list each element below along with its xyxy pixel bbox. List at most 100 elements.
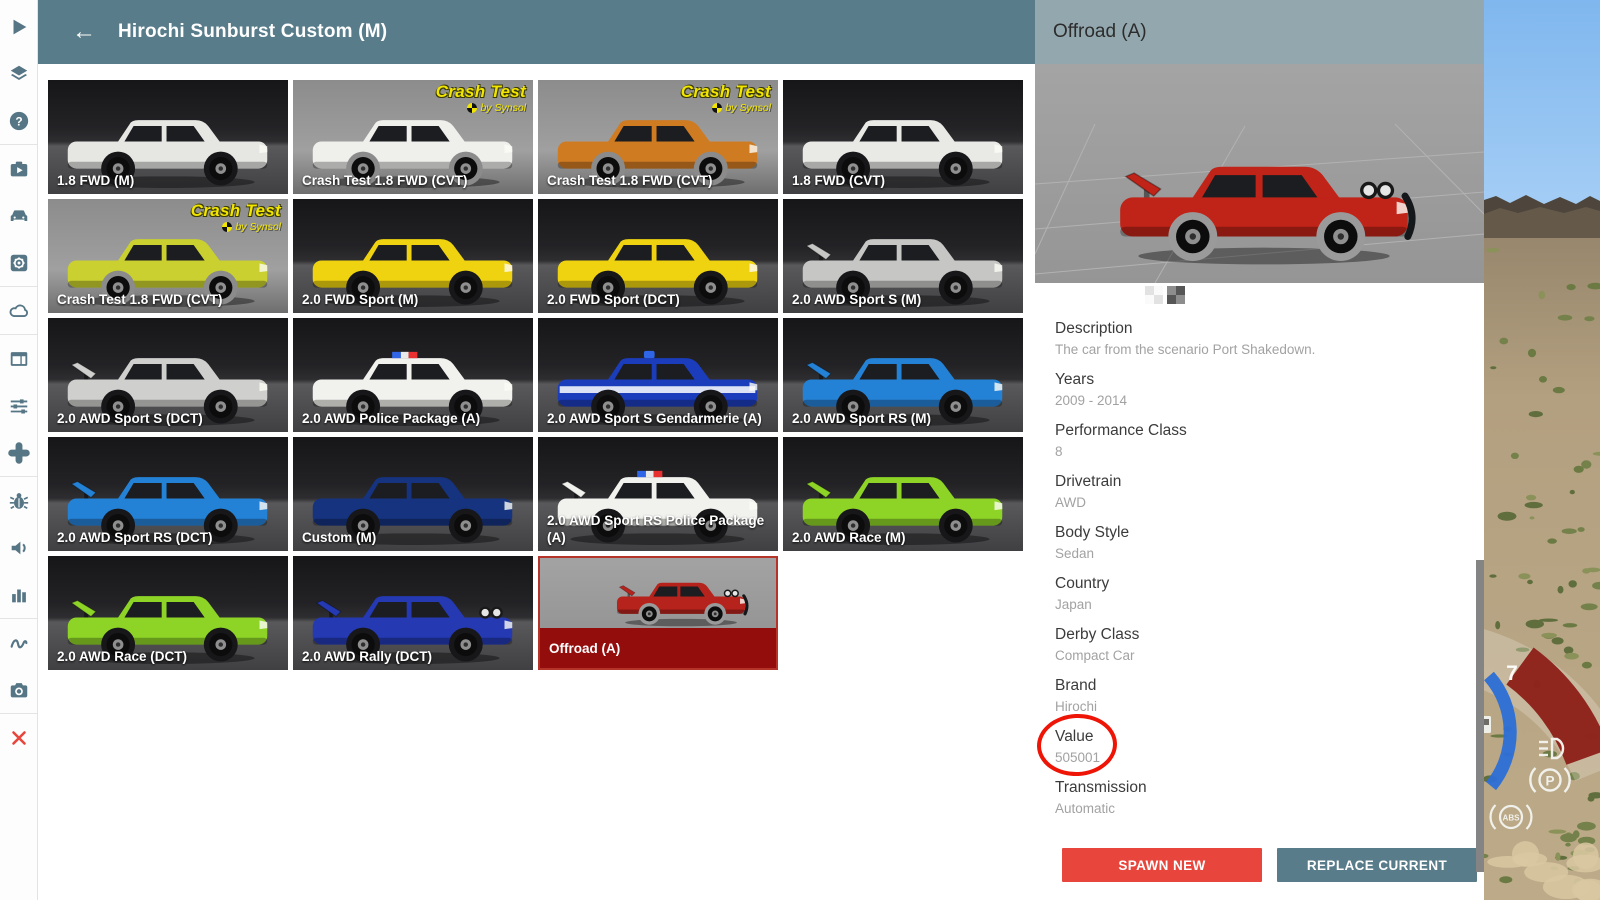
variant-label: Crash Test 1.8 FWD (CVT) [57, 292, 223, 307]
back-button[interactable]: ← [72, 20, 96, 44]
vehicle-variant-card[interactable]: 2.0 FWD Sport (M) [293, 199, 533, 313]
variant-grid: 1.8 FWD (M) Crash Test by Synsol Crash Test… [48, 80, 1028, 670]
vehicle-variant-card[interactable]: 2.0 AWD Rally (DCT) [293, 556, 533, 670]
sidebar-layers-button[interactable] [0, 50, 38, 97]
sidebar-path-squiggle-button[interactable] [0, 619, 38, 666]
sidebar-bug-button[interactable] [0, 477, 38, 524]
variant-label: 2.0 AWD Police Package (A) [302, 411, 481, 426]
variant-label: 2.0 AWD Sport S (M) [792, 292, 922, 307]
sidebar-help-button[interactable]: ? [0, 97, 38, 144]
details-panel: Offroad (A) Description The car from the… [1035, 0, 1484, 900]
stats-bars-icon [11, 589, 26, 602]
sidebar-interface-layout-button[interactable] [0, 335, 38, 382]
spec-value: Sedan [1055, 546, 1095, 561]
variant-label: 2.0 AWD Sport S Gendarmerie (A) [547, 411, 762, 426]
spec-country: Country Japan [1055, 573, 1455, 615]
vehicle-variant-card[interactable]: Crash Test by Synsol Crash Test 1.8 FWD (C… [293, 80, 533, 194]
spec-description: Description The car from the scenario Po… [1055, 318, 1455, 360]
spec-performance-class: Performance Class 8 [1055, 420, 1455, 462]
vehicle-variant-card[interactable]: Crash Test by Synsol Crash Test 1.8 FWD (C… [48, 199, 288, 313]
spec-value: 505001 [1055, 750, 1101, 765]
vehicle-preview-3d[interactable] [1035, 64, 1484, 283]
swatch-gray-checker[interactable] [1167, 286, 1185, 304]
sidebar-vehicles-car-button[interactable] [0, 192, 38, 239]
sidebar-close-x-button[interactable] [0, 714, 38, 761]
vehicle-variant-card[interactable]: 2.0 AWD Sport RS (DCT) [48, 437, 288, 551]
vehicle-variant-card[interactable]: 2.0 AWD Sport S (M) [783, 199, 1023, 313]
car-image [616, 582, 749, 627]
spec-value: The car from the scenario Port Shakedown… [1055, 342, 1316, 357]
spec-label: Value [1055, 728, 1094, 745]
spec-label: Country [1055, 575, 1110, 592]
spec-brand: Brand Hirochi [1055, 675, 1455, 717]
crash-test-logo: Crash Test by Synsol [680, 82, 771, 114]
settings-gear-icon [10, 254, 27, 271]
color-swatches [1145, 286, 1185, 304]
sidebar-audio-speaker-button[interactable] [0, 524, 38, 571]
sidebar-play-button[interactable] [0, 3, 38, 50]
spec-transmission: Transmission Automatic [1055, 777, 1455, 819]
bug-icon [9, 492, 28, 509]
vehicle-variant-card-selected[interactable]: Offroad (A) [538, 556, 778, 670]
vehicle-variant-card[interactable]: 2.0 AWD Sport S Gendarmerie (A) [538, 318, 778, 432]
sidebar-settings-gear-button[interactable] [0, 239, 38, 286]
vehicle-config-header: ← Hirochi Sunburst Custom (M) [38, 0, 1035, 64]
spec-label: Derby Class [1055, 626, 1140, 643]
variant-label: 2.0 FWD Sport (DCT) [547, 292, 680, 307]
sidebar-camera-button[interactable] [0, 666, 38, 713]
crash-dummy-dot-icon [222, 222, 233, 233]
variant-label: 2.0 AWD Sport RS Police Package (A) [547, 513, 765, 545]
vehicle-variant-card[interactable]: 2.0 AWD Race (M) [783, 437, 1023, 551]
interface-layout-icon [10, 351, 27, 366]
car-image [1120, 167, 1416, 265]
sidebar-cloud-button[interactable] [0, 287, 38, 334]
main-area: ← Hirochi Sunburst Custom (M) 1.8 FWD (M… [38, 0, 1035, 900]
beamng-vehicle-selector: ? ← Hirochi Sunburst Custom (M) 1.8 FWD … [0, 0, 1600, 900]
svg-text:P: P [1545, 774, 1554, 789]
svg-text:ABS: ABS [1503, 814, 1521, 823]
camera-icon [10, 682, 27, 697]
vehicle-variant-card[interactable]: Custom (M) [293, 437, 533, 551]
vehicle-variant-card[interactable]: 2.0 AWD Sport RS Police Package (A) [538, 437, 778, 551]
svg-text:?: ? [15, 114, 22, 128]
spec-label: Body Style [1055, 524, 1130, 541]
vehicle-variant-card[interactable]: 2.0 AWD Sport RS (M) [783, 318, 1023, 432]
spec-value: 2009 - 2014 [1055, 393, 1128, 408]
spec-value: Japan [1055, 597, 1092, 612]
vehicle-variant-card[interactable]: 1.8 FWD (CVT) [783, 80, 1023, 194]
spec-value: Compact Car [1055, 648, 1135, 663]
spec-list: Description The car from the scenario Po… [1055, 318, 1455, 828]
vehicle-variant-card[interactable]: 2.0 AWD Sport S (DCT) [48, 318, 288, 432]
details-actions: SPAWN NEW REPLACE CURRENT [1035, 848, 1484, 882]
vehicle-variant-card[interactable]: 2.0 AWD Race (DCT) [48, 556, 288, 670]
vehicle-variant-card[interactable]: 2.0 AWD Police Package (A) [293, 318, 533, 432]
spawn-new-button[interactable]: SPAWN NEW [1062, 848, 1262, 882]
parking-brake-icon: P [1529, 767, 1571, 793]
sidebar-controller-button[interactable] [0, 429, 38, 476]
crash-dummy-dot-icon [712, 103, 723, 114]
game-world-background: 7 P ABS [1484, 0, 1600, 900]
variant-label: 2.0 AWD Race (DCT) [57, 649, 188, 664]
crash-test-logo: Crash Test by Synsol [435, 82, 526, 114]
variant-label: 2.0 AWD Rally (DCT) [302, 649, 433, 664]
page-title: Hirochi Sunburst Custom (M) [118, 21, 388, 42]
vehicle-variant-card[interactable]: 2.0 FWD Sport (DCT) [538, 199, 778, 313]
spec-drivetrain: Drivetrain AWD [1055, 471, 1455, 513]
sidebar-scenarios-briefcase-button[interactable] [0, 145, 38, 192]
spec-value: AWD [1055, 495, 1086, 510]
vehicle-variant-card[interactable]: Crash Test by Synsol Crash Test 1.8 FWD (C… [538, 80, 778, 194]
crash-test-logo: Crash Test by Synsol [190, 201, 281, 233]
spec-label: Years [1055, 371, 1095, 388]
variant-label: 2.0 AWD Sport RS (M) [792, 411, 932, 426]
spec-body-style: Body Style Sedan [1055, 522, 1455, 564]
swatch-white-checker[interactable] [1145, 286, 1163, 304]
spec-value: 8 [1055, 444, 1063, 459]
sidebar-tuning-sliders-button[interactable] [0, 382, 38, 429]
vehicles-car-icon [10, 209, 27, 221]
sidebar-stats-bars-button[interactable] [0, 571, 38, 618]
vehicle-variant-card[interactable]: 1.8 FWD (M) [48, 80, 288, 194]
spec-value: Hirochi [1055, 699, 1098, 714]
replace-current-button[interactable]: REPLACE CURRENT [1277, 848, 1477, 882]
crash-dummy-dot-icon [467, 103, 478, 114]
details-scrollbar-thumb[interactable] [1476, 560, 1484, 872]
